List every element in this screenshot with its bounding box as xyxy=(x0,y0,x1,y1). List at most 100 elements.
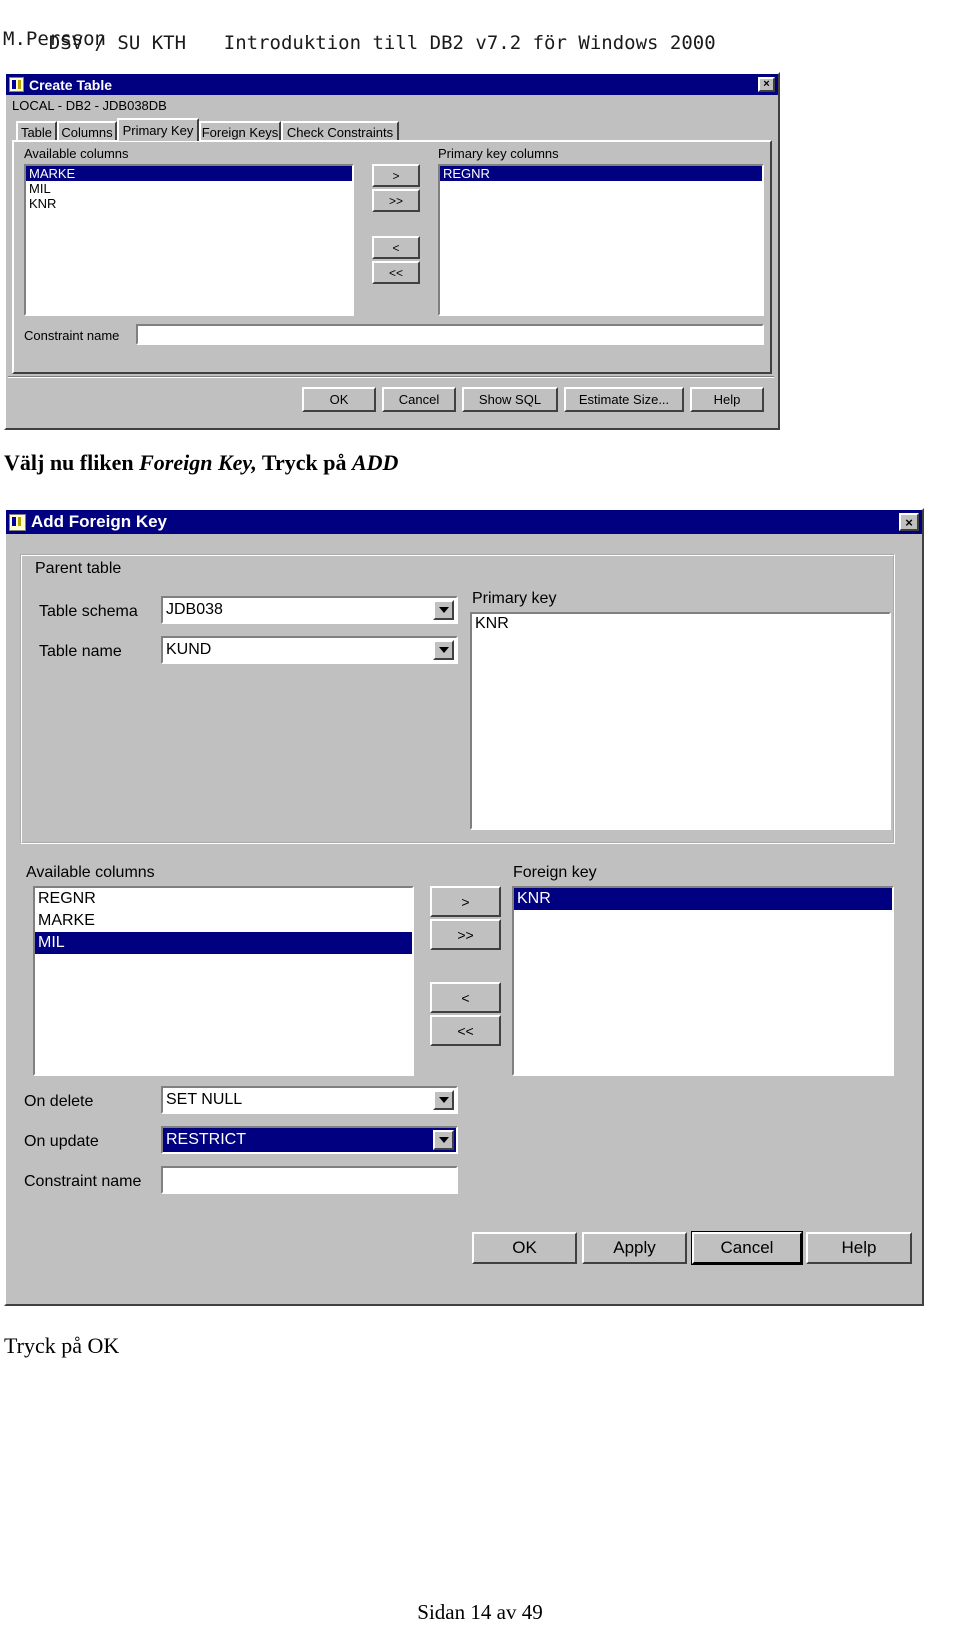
move-all-right-label: >> xyxy=(457,926,474,943)
instruction-part-3: Tryck på xyxy=(256,450,352,475)
primary-key-columns-label: Primary key columns xyxy=(438,146,559,161)
header-title: Introduktion till DB2 v7.2 för Windows 2… xyxy=(223,32,716,54)
estimate-size-button[interactable]: Estimate Size... xyxy=(564,387,684,412)
on-update-combo[interactable]: RESTRICT xyxy=(161,1126,458,1154)
move-all-left-label: << xyxy=(388,265,403,280)
ok-button[interactable]: OK xyxy=(472,1232,577,1264)
ok-label: OK xyxy=(329,392,349,407)
on-delete-value: SET NULL xyxy=(166,1091,243,1108)
close-icon[interactable]: × xyxy=(758,77,775,92)
foreign-key-list[interactable]: KNR xyxy=(512,886,894,1076)
available-columns-label: Available columns xyxy=(24,146,129,161)
close-icon[interactable]: × xyxy=(899,513,919,531)
move-left-button[interactable]: < xyxy=(372,236,420,259)
create-table-titlebar: Create Table × xyxy=(6,74,778,95)
available-columns-label: Available columns xyxy=(26,864,155,881)
tab-foreign-keys[interactable]: Foreign Keys xyxy=(199,121,281,141)
list-item[interactable]: KNR xyxy=(472,614,889,634)
cancel-label: Cancel xyxy=(398,392,440,407)
move-all-right-button[interactable]: >> xyxy=(372,189,420,212)
table-name-label: Table name xyxy=(39,643,122,660)
tab-label: Check Constraints xyxy=(286,124,394,140)
add-fk-titlebar: Add Foreign Key × xyxy=(6,510,922,534)
list-item[interactable]: MIL xyxy=(35,932,412,954)
cancel-button[interactable]: Cancel xyxy=(691,1231,803,1265)
move-right-button[interactable]: > xyxy=(430,886,501,917)
chevron-down-icon[interactable] xyxy=(433,1130,454,1150)
available-columns-list[interactable]: REGNR MARKE MIL xyxy=(33,886,414,1076)
ok-button[interactable]: OK xyxy=(302,387,376,412)
tab-table[interactable]: Table xyxy=(16,121,57,141)
list-item[interactable]: MIL xyxy=(26,181,352,196)
help-button[interactable]: Help xyxy=(690,387,764,412)
create-table-title: Create Table xyxy=(29,76,112,93)
move-all-left-button[interactable]: << xyxy=(430,1015,501,1046)
move-left-label: < xyxy=(461,989,470,1006)
move-all-right-button[interactable]: >> xyxy=(430,919,501,950)
show-sql-button[interactable]: Show SQL xyxy=(462,387,558,412)
estimate-size-label: Estimate Size... xyxy=(578,392,670,407)
move-all-left-button[interactable]: << xyxy=(372,261,420,284)
list-item-label: MIL xyxy=(38,934,65,951)
instruction-part-1: Välj nu fliken xyxy=(4,450,140,475)
constraint-name-value xyxy=(138,327,141,342)
on-delete-label: On delete xyxy=(24,1093,94,1110)
help-button[interactable]: Help xyxy=(806,1232,912,1264)
instruction-line-2: Tryck på OK xyxy=(4,1333,120,1358)
table-name-combo[interactable]: KUND xyxy=(161,636,458,664)
help-label: Help xyxy=(841,1238,877,1257)
move-right-label: > xyxy=(461,893,470,910)
move-left-label: < xyxy=(392,240,400,255)
instruction-line-1: Välj nu fliken Foreign Key, Tryck på ADD xyxy=(4,450,398,476)
tab-label: Table xyxy=(20,124,53,140)
tab-page-panel: Available columns MARKE MIL KNR > >> < <… xyxy=(12,140,772,374)
tab-label: Primary Key xyxy=(122,123,194,138)
foreign-key-label: Foreign key xyxy=(513,864,597,881)
primary-key-columns-list[interactable]: REGNR xyxy=(438,164,764,316)
list-item[interactable]: REGNR xyxy=(440,166,762,181)
chevron-down-icon[interactable] xyxy=(433,600,454,620)
list-item[interactable]: MARKE xyxy=(35,910,412,932)
apply-label: Apply xyxy=(613,1238,656,1257)
apply-button[interactable]: Apply xyxy=(582,1232,687,1264)
constraint-name-label: Constraint name xyxy=(24,1173,142,1190)
primary-key-list[interactable]: KNR xyxy=(470,612,891,830)
on-delete-combo[interactable]: SET NULL xyxy=(161,1086,458,1114)
constraint-name-input[interactable] xyxy=(136,324,764,345)
header-author: M.Persson xyxy=(3,28,106,50)
list-item-label: MARKE xyxy=(38,912,95,929)
tab-label: Foreign Keys xyxy=(201,124,279,140)
page-footer: Sidan 14 av 49 xyxy=(417,1600,543,1624)
table-schema-combo[interactable]: JDB038 xyxy=(161,596,458,624)
list-item-label: REGNR xyxy=(443,166,490,181)
available-columns-list[interactable]: MARKE MIL KNR xyxy=(24,164,354,316)
list-item[interactable]: KNR xyxy=(514,888,892,910)
table-schema-value: JDB038 xyxy=(166,601,223,618)
list-item[interactable]: REGNR xyxy=(35,888,412,910)
constraint-name-input[interactable] xyxy=(161,1166,458,1194)
list-item-label: KNR xyxy=(475,615,509,632)
tab-check-constraints[interactable]: Check Constraints xyxy=(281,121,399,141)
cancel-label: Cancel xyxy=(720,1238,774,1257)
tab-label: Columns xyxy=(61,124,113,140)
move-left-button[interactable]: < xyxy=(430,982,501,1013)
add-fk-title: Add Foreign Key xyxy=(31,512,168,531)
cancel-button[interactable]: Cancel xyxy=(382,387,456,412)
move-all-left-label: << xyxy=(457,1022,474,1039)
window-icon xyxy=(9,77,24,92)
list-item[interactable]: MARKE xyxy=(26,166,352,181)
chevron-down-icon[interactable] xyxy=(433,1090,454,1110)
show-sql-label: Show SQL xyxy=(478,392,542,407)
add-foreign-key-dialog: Add Foreign Key × Parent table Table sch… xyxy=(4,508,924,1306)
list-item[interactable]: KNR xyxy=(26,196,352,211)
tab-primary-key[interactable]: Primary Key xyxy=(117,118,199,141)
ok-label: OK xyxy=(512,1238,537,1257)
create-table-subtitle: LOCAL - DB2 - JDB038DB xyxy=(12,98,167,113)
table-name-value: KUND xyxy=(166,641,212,658)
list-item-label: MARKE xyxy=(29,166,76,181)
instruction-part-4: ADD xyxy=(351,450,399,475)
tab-columns[interactable]: Columns xyxy=(57,121,117,141)
window-icon xyxy=(9,513,26,531)
move-right-button[interactable]: > xyxy=(372,164,420,187)
chevron-down-icon[interactable] xyxy=(433,640,454,660)
